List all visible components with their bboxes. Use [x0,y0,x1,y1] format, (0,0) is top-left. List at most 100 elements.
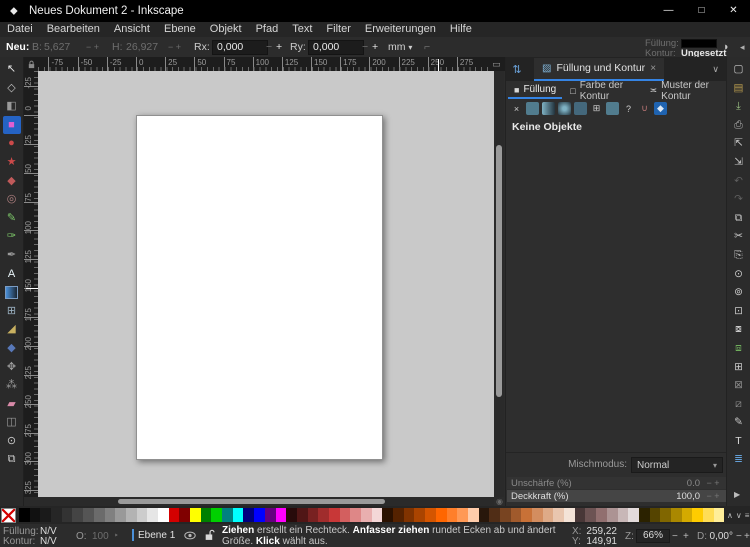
palette-swatch[interactable] [40,508,51,522]
fill-rule-nonzero-button[interactable]: ◆ [654,102,667,115]
open-document-icon[interactable]: ▤ [731,80,747,96]
paint-radial-gradient-button[interactable] [558,102,571,115]
width-value[interactable]: 5,627 [44,40,70,54]
palette-swatch[interactable] [276,508,287,522]
palette-swatch[interactable] [543,508,554,522]
horizontal-scrollbar[interactable] [24,497,494,506]
zoom-tool-icon[interactable]: ⊙ [3,432,21,450]
menu-datei[interactable]: Datei [0,22,40,37]
mesh-gradient-tool-icon[interactable]: ⊞ [3,302,21,320]
vertical-ruler[interactable]: -250255075100125150175200225250275300325 [24,71,38,497]
close-button[interactable]: ✕ [717,0,750,22]
paint-pattern-button[interactable]: ⊞ [590,102,603,115]
palette-swatch[interactable] [618,508,629,522]
palette-swatch[interactable] [158,508,169,522]
shape-builder-tool-icon[interactable]: ◧ [3,97,21,115]
canvas-corner-icon[interactable]: ▭ [488,57,505,71]
palette-swatch[interactable] [137,508,148,522]
selector-tool-icon[interactable]: ↖ [3,60,21,78]
opacity-slider[interactable]: Deckkraft (%) 100,0 − + [507,490,726,502]
palette-swatch[interactable] [243,508,254,522]
layers-dialog-icon[interactable]: ≣ [731,451,747,467]
menu-text[interactable]: Text [285,22,319,37]
palette-swatch[interactable] [457,508,468,522]
palette-swatch[interactable] [692,508,703,522]
menu-ebene[interactable]: Ebene [157,22,203,37]
zoom-input[interactable]: 66% [636,529,670,543]
palette-swatch[interactable] [628,508,639,522]
rx-minus[interactable]: − [266,40,272,54]
palette-swatch[interactable] [607,508,618,522]
export-icon[interactable]: ⇲ [731,154,747,170]
zoom-minus-button[interactable]: − [672,531,678,542]
palette-scroll-down-icon[interactable]: ∨ [736,511,742,520]
group-icon[interactable]: ⧈ [731,340,747,356]
palette-swatch[interactable] [436,508,447,522]
palette-swatch[interactable] [190,508,201,522]
palette-swatch[interactable] [682,508,693,522]
palette-menu-icon[interactable]: ≡ [745,511,750,520]
horizontal-ruler[interactable]: -75-50-250255075100125150175200225250275 [38,57,488,71]
new-document-icon[interactable]: ▢ [731,61,747,77]
palette-swatch[interactable] [19,508,30,522]
palette-swatch[interactable] [532,508,543,522]
palette-swatch[interactable] [83,508,94,522]
tweak-tool-icon[interactable]: ✥ [3,358,21,376]
expand-commands-icon[interactable]: ▶ [734,490,740,499]
spiral-tool-icon[interactable]: ◎ [3,190,21,208]
palette-swatch[interactable] [575,508,586,522]
unit-dropdown[interactable]: mm ▾ [388,40,412,55]
paste-icon[interactable]: ⎘ [731,247,747,263]
ry-minus[interactable]: − [362,40,368,54]
palette-swatch[interactable] [265,508,276,522]
palette-swatch[interactable] [468,508,479,522]
status-stroke-value[interactable]: N/V [40,536,57,547]
ry-plus[interactable]: + [372,40,378,54]
unlink-clone-icon[interactable]: ⊠ [731,377,747,393]
tab-fill[interactable]: ■Füllung [508,82,562,99]
save-document-icon[interactable]: ⤓ [731,98,747,114]
palette-swatch[interactable] [286,508,297,522]
dock-menu-chevron-icon[interactable]: ∨ [712,64,719,75]
maximize-button[interactable]: □ [685,0,718,22]
ungroup-icon[interactable]: ⧄ [731,396,747,412]
color-managed-view-icon[interactable]: ◉ [494,497,505,506]
current-layer-selector[interactable]: Ebene 1 [138,530,175,541]
palette-swatch[interactable] [660,508,671,522]
paint-flat-button[interactable] [526,102,539,115]
tab-stroke-paint[interactable]: □Farbe der Kontur [564,82,641,99]
calligraphy-tool-icon[interactable]: ✒ [3,246,21,264]
palette-swatch[interactable] [361,508,372,522]
menu-filter[interactable]: Filter [319,22,357,37]
palette-swatch[interactable] [511,508,522,522]
status-opacity-spinner[interactable]: ‣ [114,531,119,540]
rotation-plus-button[interactable]: + [744,531,750,542]
palette-swatch[interactable] [639,508,650,522]
palette-swatch[interactable] [318,508,329,522]
palette-swatch[interactable] [393,508,404,522]
palette-swatch[interactable] [211,508,222,522]
palette-swatch[interactable] [233,508,244,522]
palette-swatch[interactable] [340,508,351,522]
text-dialog-icon[interactable]: T [731,433,747,449]
palette-swatch[interactable] [650,508,661,522]
palette-swatch[interactable] [329,508,340,522]
palette-swatch[interactable] [447,508,458,522]
docked-dialog-icon-tab[interactable]: ⇅ [506,58,528,81]
palette-scroll-up-icon[interactable]: ∧ [727,511,733,520]
dropper-tool-icon[interactable]: ◢ [3,320,21,338]
palette-swatch[interactable] [596,508,607,522]
paint-mesh-gradient-button[interactable] [574,102,587,115]
rx-input[interactable]: 0,000 [212,40,268,55]
collapse-toolbar-icon[interactable]: ◂ [740,40,745,54]
menu-objekt[interactable]: Objekt [203,22,249,37]
ellipse-tool-icon[interactable]: ● [3,134,21,152]
palette-swatch[interactable] [222,508,233,522]
menu-ansicht[interactable]: Ansicht [107,22,157,37]
eraser-tool-icon[interactable]: ▰ [3,395,21,413]
paint-swatch-button[interactable] [606,102,619,115]
create-clone-icon[interactable]: ⊞ [731,359,747,375]
rotation-minus-button[interactable]: − [736,531,742,542]
no-color-swatch[interactable] [1,508,16,523]
palette-swatch[interactable] [489,508,500,522]
